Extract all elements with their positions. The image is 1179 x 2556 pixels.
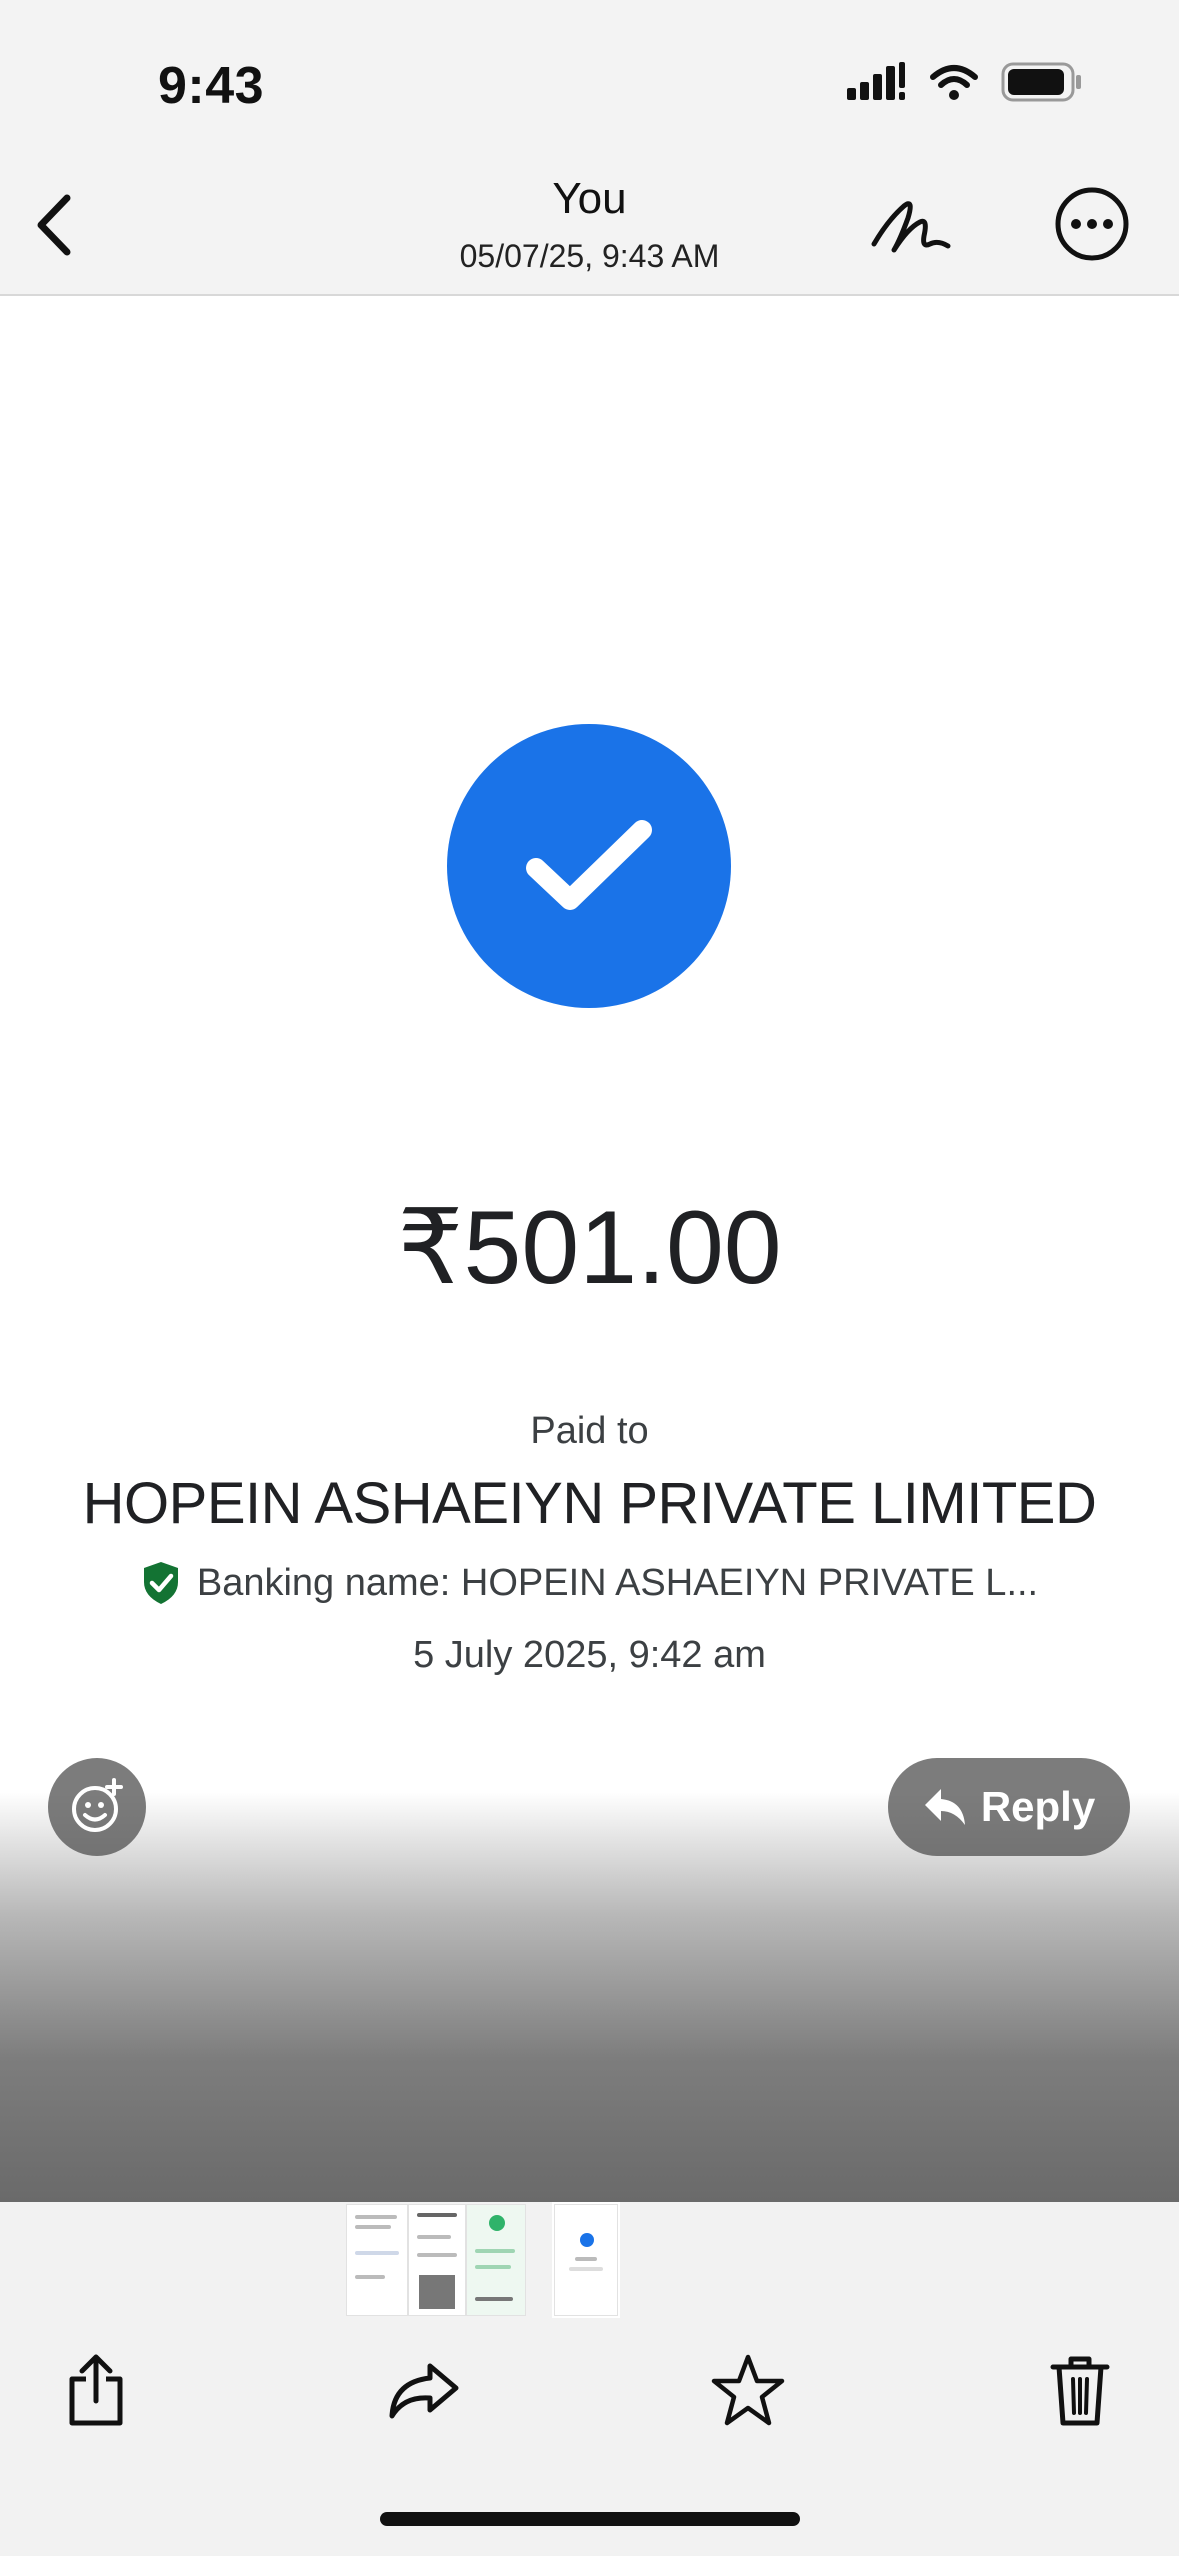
- page-title: You: [552, 174, 627, 223]
- share-button[interactable]: [56, 2350, 136, 2430]
- thumbnail-item-selected[interactable]: [552, 2202, 620, 2318]
- status-time: 9:43: [158, 57, 265, 115]
- emoji-add-icon: [72, 1778, 123, 1832]
- add-reaction-button[interactable]: [48, 1758, 146, 1856]
- thumbnail-item[interactable]: [408, 2204, 466, 2316]
- delete-button[interactable]: [1040, 2350, 1120, 2430]
- success-badge: [447, 724, 731, 1008]
- thumbnail-strip: [346, 2202, 620, 2318]
- status-icons: [847, 62, 1083, 102]
- status-bar: 9:43: [0, 0, 1179, 160]
- wifi-icon: [930, 65, 978, 100]
- thumbnail-item[interactable]: [346, 2204, 408, 2316]
- battery-icon: [1001, 62, 1081, 102]
- message-caption: Jai Shri Ram ji Saturday mantra seva: [54, 1670, 781, 1719]
- payee-name: HOPEIN ASHAEIYN PRIVATE LIMITED: [82, 1471, 1097, 1536]
- banking-name-row: Banking name: HOPEIN ASHAEIYN PRIVATE L.…: [0, 1560, 1179, 1606]
- thumbnail-item[interactable]: [466, 2204, 526, 2316]
- more-button[interactable]: [1052, 184, 1132, 264]
- banking-name: Banking name: HOPEIN ASHAEIYN PRIVATE L.…: [196, 1561, 1039, 1604]
- markup-button[interactable]: [868, 184, 958, 274]
- delete-icon: [1050, 2356, 1110, 2426]
- share-icon: [69, 2354, 123, 2426]
- star-icon: [711, 2354, 785, 2426]
- reply-button[interactable]: Reply: [888, 1758, 1130, 1856]
- payment-amount: ₹501.00: [397, 1190, 782, 1306]
- reply-label: Reply: [980, 1783, 1096, 1830]
- bottom-toolbar: [0, 2320, 1179, 2460]
- signal-icon: [847, 62, 905, 100]
- forward-icon: [389, 2363, 459, 2419]
- home-indicator[interactable]: [380, 2512, 800, 2526]
- reply-arrow-icon: [924, 1789, 965, 1825]
- check-icon: [526, 820, 652, 910]
- navigation-bar: You 05/07/25, 9:43 AM: [0, 160, 1179, 296]
- paid-to-label: Paid to: [530, 1410, 649, 1452]
- markup-icon: [871, 201, 951, 253]
- more-icon: [1055, 187, 1129, 261]
- forward-button[interactable]: [384, 2350, 464, 2430]
- message-timestamp: 05/07/25, 9:43 AM: [459, 238, 720, 274]
- image-viewer[interactable]: ₹501.00 Paid to HOPEIN ASHAEIYN PRIVATE …: [0, 296, 1179, 2202]
- star-button[interactable]: [708, 2350, 788, 2430]
- verified-shield-icon: [143, 1562, 178, 1604]
